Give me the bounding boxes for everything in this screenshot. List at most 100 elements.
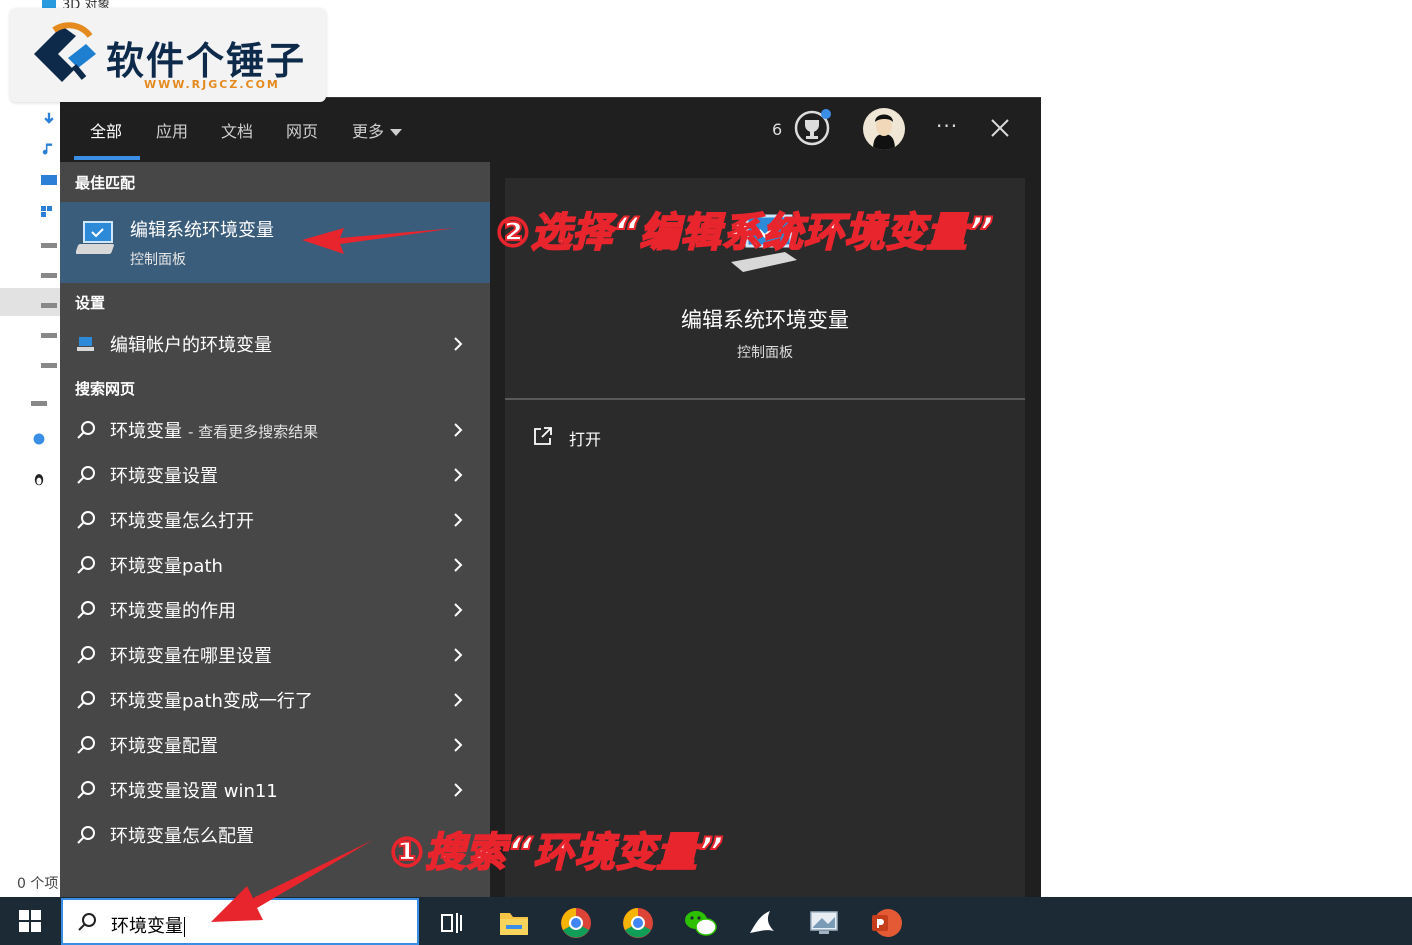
rewards-points: 6: [772, 120, 783, 139]
open-action-label: 打开: [569, 430, 602, 449]
chevron-right-icon: [454, 513, 463, 527]
best-match-category: 控制面板: [130, 252, 186, 268]
chevron-right-icon: [454, 603, 463, 617]
file-explorer-app[interactable]: [492, 903, 536, 943]
tab-web[interactable]: 网页: [286, 118, 318, 142]
trophy-icon[interactable]: [792, 108, 832, 148]
search-icon: [78, 913, 96, 931]
logo-text: 软件个锤子: [106, 39, 307, 83]
annotation-arrow-icon: [211, 840, 373, 922]
results-list: 最佳匹配 编辑系统环境变量 控制面板 设置 编辑帐户的环境变量 搜索网页 环境变…: [60, 162, 490, 898]
screenshot-app[interactable]: [802, 903, 846, 943]
web-search-item[interactable]: 环境变量path变成一行了: [60, 678, 490, 722]
logo-url: WWW.RJGCZ.COM: [144, 78, 280, 91]
result-preview-pane: 编辑系统环境变量 控制面板 打开: [505, 178, 1025, 898]
search-icon: [77, 556, 95, 574]
annotation-step-1: ①搜索“环境变量”: [389, 829, 725, 877]
network-icon: [33, 433, 45, 445]
windows-drive-icon: [41, 206, 52, 217]
folder-icon: [500, 913, 528, 935]
web-search-label: 环境变量path变成一行了: [110, 691, 313, 712]
web-search-label: 环境变量怎么打开: [110, 511, 254, 532]
tab-apps[interactable]: 应用: [156, 118, 188, 142]
chevron-right-icon: [454, 738, 463, 752]
tab-documents[interactable]: 文档: [221, 118, 253, 142]
more-options-icon[interactable]: ···: [936, 114, 958, 138]
web-search-text: 环境变量: [110, 421, 182, 442]
web-search-label: 环境变量配置: [110, 736, 218, 757]
drive-icon: [41, 243, 57, 248]
search-icon: [77, 826, 95, 844]
annotation-arrow-icon: [302, 228, 456, 254]
hammer-logo-icon: [34, 22, 96, 82]
search-icon: [77, 646, 95, 664]
best-match-name: 编辑系统环境变量: [130, 220, 274, 241]
chevron-right-icon: [454, 693, 463, 707]
tab-more[interactable]: 更多: [352, 118, 403, 142]
system-properties-icon: [77, 337, 94, 351]
search-input-text: 环境变量: [111, 916, 183, 937]
text-cursor: [184, 917, 185, 937]
chevron-right-icon: [454, 558, 463, 572]
powerpoint-icon: [872, 909, 902, 937]
web-search-label: 环境变量在哪里设置: [110, 646, 272, 667]
person-icon: [873, 114, 895, 150]
preview-divider: [505, 398, 1025, 400]
wechat-app[interactable]: [678, 903, 722, 943]
web-search-label: 环境变量的作用: [110, 601, 236, 622]
tab-all[interactable]: 全部: [90, 118, 122, 142]
preview-category: 控制面板: [737, 345, 793, 361]
search-icon: [77, 421, 95, 439]
web-search-label: 环境变量path: [110, 556, 223, 577]
web-search-suffix: - 查看更多搜索结果: [188, 423, 319, 441]
web-search-label: 环境变量设置: [110, 466, 218, 487]
web-search-item[interactable]: 环境变量在哪里设置: [60, 633, 490, 677]
file-explorer-background: 3D 对象 0 个项: [0, 0, 110, 897]
chevron-right-icon: [454, 783, 463, 797]
web-search-item[interactable]: 环境变量设置 win11: [60, 768, 490, 812]
open-action[interactable]: 打开: [533, 424, 733, 452]
drive-icon: [41, 273, 57, 278]
drive-icon: [41, 363, 57, 368]
search-icon: [77, 736, 95, 754]
web-search-label: 环境变量 - 查看更多搜索结果: [110, 417, 318, 443]
chevron-right-icon: [454, 648, 463, 662]
section-web-search: 搜索网页: [75, 380, 136, 398]
bird-app[interactable]: [740, 903, 784, 943]
bird-icon: [750, 911, 774, 933]
chevron-right-icon: [454, 337, 463, 351]
settings-item[interactable]: 编辑帐户的环境变量: [60, 322, 490, 366]
web-search-item[interactable]: 环境变量配置: [60, 723, 490, 767]
powerpoint-app[interactable]: [864, 903, 908, 943]
search-input-value: 环境变量: [111, 912, 185, 938]
web-search-label: 环境变量设置 win11: [110, 781, 278, 802]
system-properties-icon: [76, 221, 114, 254]
drive-icon: [41, 333, 57, 338]
web-search-item[interactable]: 环境变量 - 查看更多搜索结果: [60, 408, 490, 452]
music-icon: [42, 143, 53, 155]
settings-item-label: 编辑帐户的环境变量: [110, 335, 272, 356]
chevron-right-icon: [454, 423, 463, 437]
wechat-icon: [685, 911, 717, 936]
tab-more-label: 更多: [352, 122, 385, 141]
monitor-icon: [810, 911, 838, 934]
user-avatar[interactable]: [863, 108, 905, 150]
windows-start-icon[interactable]: [18, 909, 42, 933]
site-logo: 软件个锤子 WWW.RJGCZ.COM: [10, 8, 326, 102]
open-external-icon: [534, 427, 552, 445]
chrome-app[interactable]: [616, 903, 660, 943]
download-icon: [44, 112, 54, 124]
web-search-item[interactable]: 环境变量设置: [60, 453, 490, 497]
web-search-item[interactable]: 环境变量path: [60, 543, 490, 587]
web-search-item[interactable]: 环境变量怎么打开: [60, 498, 490, 542]
task-view-icon[interactable]: [430, 903, 474, 943]
search-icon: [77, 601, 95, 619]
chrome-icon: [561, 908, 591, 938]
search-icon: [77, 781, 95, 799]
preview-title: 编辑系统环境变量: [681, 308, 849, 332]
chrome-icon: [623, 908, 653, 938]
chrome-app[interactable]: [554, 903, 598, 943]
web-search-item[interactable]: 环境变量的作用: [60, 588, 490, 632]
annotation-step-2: ②选择“编辑系统环境变量”: [495, 209, 995, 257]
close-icon[interactable]: [988, 116, 1012, 140]
